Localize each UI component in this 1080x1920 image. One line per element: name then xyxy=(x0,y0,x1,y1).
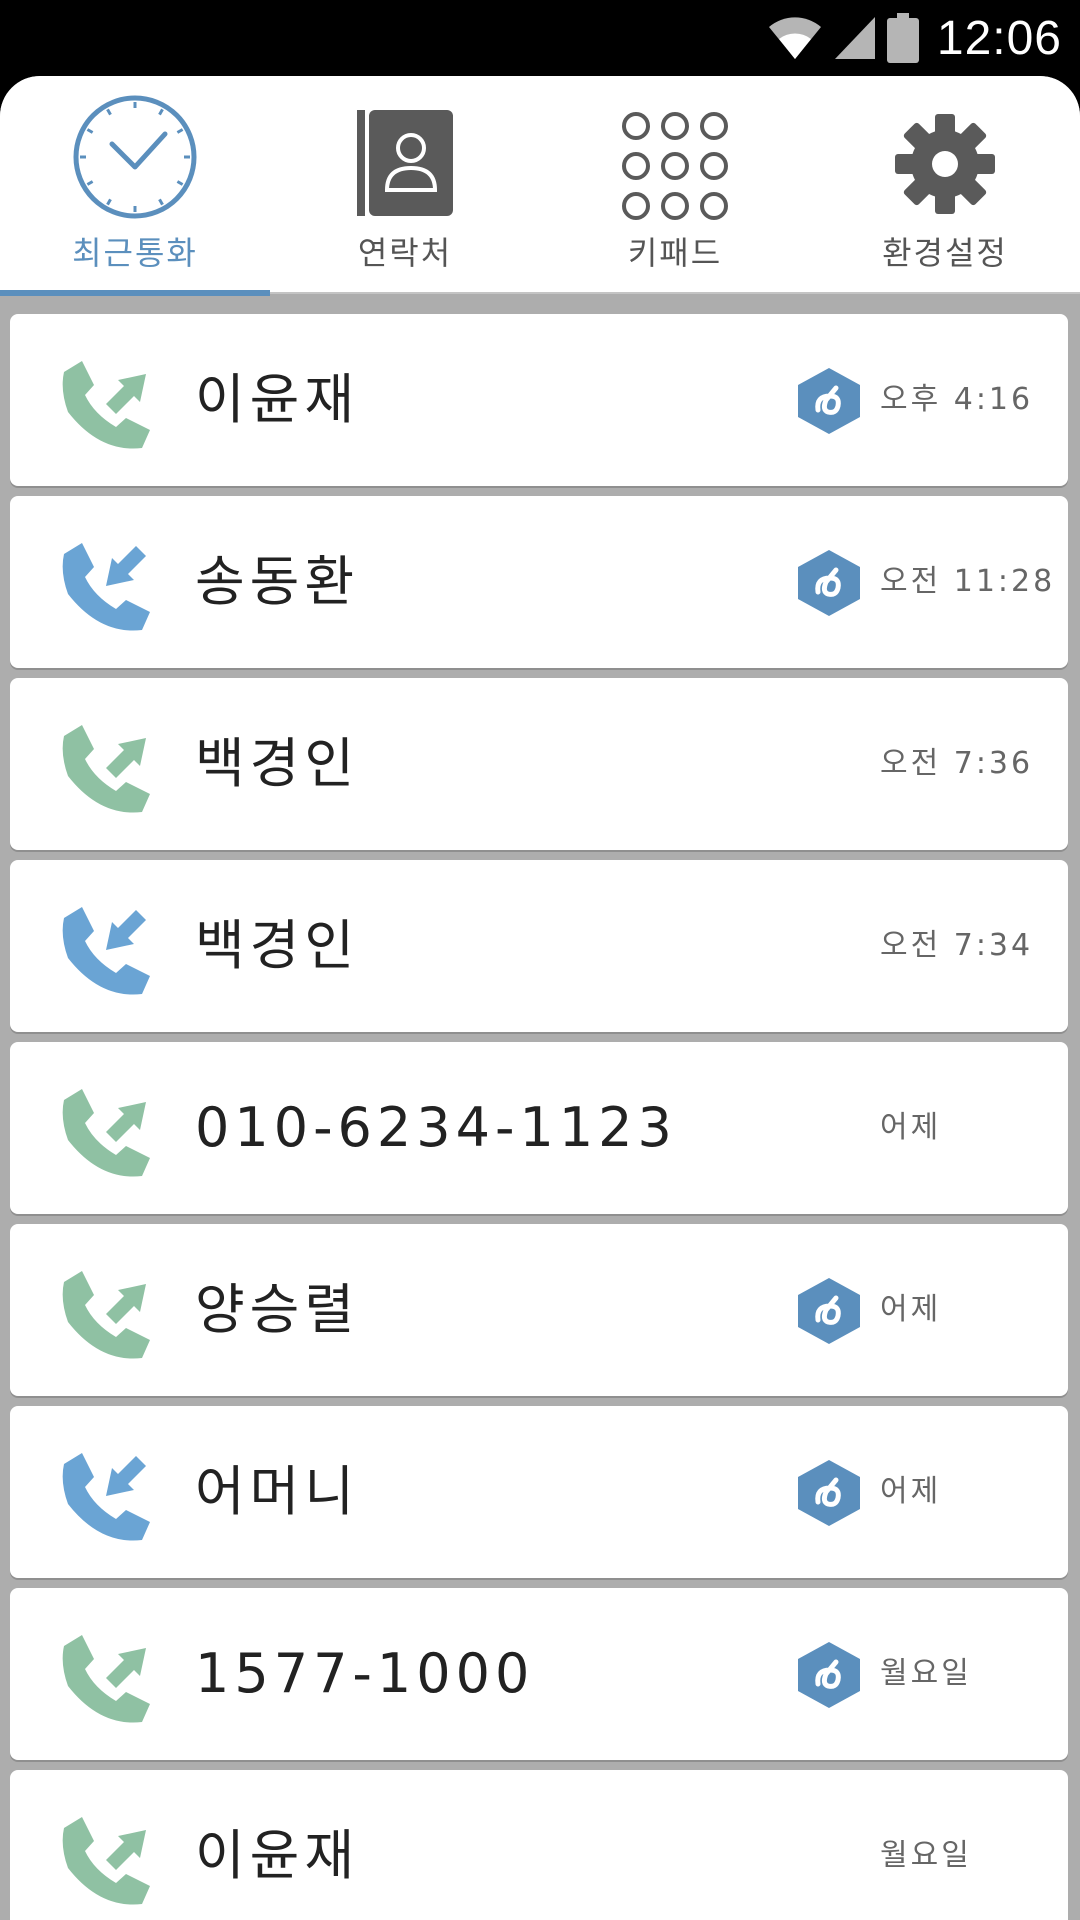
outgoing-call-icon xyxy=(62,1271,150,1359)
call-time: 오전 7:36 xyxy=(880,746,1034,781)
battery-icon xyxy=(886,13,919,63)
contact-name: 1577-1000 xyxy=(195,1642,535,1705)
hexagon-app-badge-icon xyxy=(798,1460,860,1526)
contact-name: 양승렬 xyxy=(195,1278,360,1341)
outgoing-call-icon xyxy=(62,1817,150,1905)
outgoing-call-icon xyxy=(62,361,150,449)
call-log-row[interactable]: 이윤재 월요일 xyxy=(10,1770,1068,1920)
call-log-row[interactable]: 백경인 오전 7:34 xyxy=(10,860,1068,1032)
contact-name: 송동환 xyxy=(195,550,360,613)
contact-name: 어머니 xyxy=(195,1460,360,1523)
tab-keypad-label: 키패드 xyxy=(627,234,723,272)
active-tab-indicator xyxy=(0,290,270,296)
tab-settings[interactable]: 환경설정 xyxy=(810,76,1080,294)
call-time: 월요일 xyxy=(880,1656,972,1691)
status-bar: 12:06 xyxy=(0,0,1080,76)
signal-icon xyxy=(834,17,875,59)
tab-keypad[interactable]: 키패드 xyxy=(540,76,810,294)
call-time: 오후 4:16 xyxy=(880,382,1034,417)
incoming-call-icon xyxy=(62,543,150,631)
tab-bar: 최근통화 연락처 키패드 환경설정 xyxy=(0,76,1080,296)
outgoing-call-icon xyxy=(62,1635,150,1723)
keypad-icon xyxy=(622,112,728,220)
incoming-call-icon xyxy=(62,907,150,995)
call-log-row[interactable]: 010-6234-1123 어제 xyxy=(10,1042,1068,1214)
tab-recent-calls-label: 최근통화 xyxy=(72,234,198,272)
hexagon-app-badge-icon xyxy=(798,550,860,616)
clock-icon xyxy=(73,95,197,219)
outgoing-call-icon xyxy=(62,725,150,813)
contact-name: 백경인 xyxy=(195,732,360,795)
call-time: 어제 xyxy=(880,1110,942,1145)
tab-recent-calls[interactable]: 최근통화 xyxy=(0,76,270,296)
call-log-row[interactable]: 어머니 어제 xyxy=(10,1406,1068,1578)
call-log-app: 최근통화 연락처 키패드 환경설정 이윤재 오후 4:16 송동환 오전 11:… xyxy=(0,76,1080,1920)
call-time: 어제 xyxy=(880,1292,942,1327)
call-log-row[interactable]: 이윤재 오후 4:16 xyxy=(10,314,1068,486)
incoming-call-icon xyxy=(62,1453,150,1541)
hexagon-app-badge-icon xyxy=(798,1278,860,1344)
wifi-icon xyxy=(768,17,821,59)
contact-name: 이윤재 xyxy=(195,368,360,431)
contacts-book-icon xyxy=(357,110,453,216)
call-log-row[interactable]: 백경인 오전 7:36 xyxy=(10,678,1068,850)
tab-contacts-label: 연락처 xyxy=(357,234,453,272)
contact-name: 010-6234-1123 xyxy=(195,1096,677,1159)
call-time: 오전 7:34 xyxy=(880,928,1034,963)
call-log-row[interactable]: 송동환 오전 11:28 xyxy=(10,496,1068,668)
hexagon-app-badge-icon xyxy=(798,368,860,434)
outgoing-call-icon xyxy=(62,1089,150,1177)
status-icons: 12:06 xyxy=(767,8,1062,68)
hexagon-app-badge-icon xyxy=(798,1642,860,1708)
tab-contacts[interactable]: 연락처 xyxy=(270,76,540,294)
call-log-row[interactable]: 양승렬 어제 xyxy=(10,1224,1068,1396)
gear-icon xyxy=(895,114,995,214)
call-log-row[interactable]: 1577-1000 월요일 xyxy=(10,1588,1068,1760)
contact-name: 백경인 xyxy=(195,914,360,977)
status-time: 12:06 xyxy=(936,11,1062,65)
call-log-list: 이윤재 오후 4:16 송동환 오전 11:28 백경인 오전 7:36 백경인 xyxy=(10,314,1068,1920)
tab-settings-label: 환경설정 xyxy=(882,234,1008,272)
call-time: 월요일 xyxy=(880,1838,972,1873)
call-time: 어제 xyxy=(880,1474,942,1509)
call-time: 오전 11:28 xyxy=(880,564,1056,599)
contact-name: 이윤재 xyxy=(195,1824,360,1887)
